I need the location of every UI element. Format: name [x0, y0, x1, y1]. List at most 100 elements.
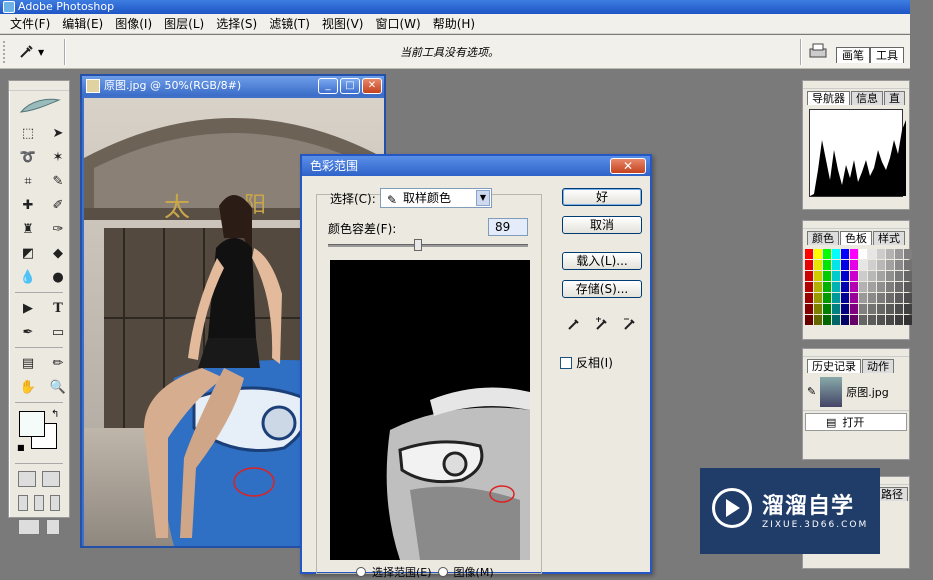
swatch[interactable]	[841, 260, 849, 270]
rectangle-tool-icon[interactable]: ▭	[47, 322, 69, 342]
tab-tool-presets[interactable]: 工具	[870, 47, 904, 63]
swatch[interactable]	[832, 315, 840, 325]
menu-filter[interactable]: 滤镜(T)	[263, 15, 316, 32]
jump-to-imageready-icon[interactable]	[18, 519, 40, 535]
dialog-close-button[interactable]: ✕	[610, 158, 646, 174]
swap-colors-icon[interactable]: ↰	[51, 409, 59, 420]
swatch[interactable]	[895, 260, 903, 270]
swatch[interactable]	[868, 293, 876, 303]
swatch[interactable]	[832, 304, 840, 314]
swatch[interactable]	[868, 260, 876, 270]
swatch[interactable]	[841, 304, 849, 314]
slice-tool-icon[interactable]: ✎	[47, 171, 69, 191]
feather-logo-icon[interactable]	[13, 93, 65, 119]
standard-mode-icon[interactable]	[18, 471, 36, 487]
swatch[interactable]	[823, 293, 831, 303]
tab-color[interactable]: 颜色	[807, 231, 839, 245]
swatch[interactable]	[868, 249, 876, 259]
swatch[interactable]	[859, 304, 867, 314]
swatch[interactable]	[877, 249, 885, 259]
toolbox-grip[interactable]	[9, 81, 69, 91]
fuzziness-slider[interactable]	[328, 239, 528, 251]
menu-help[interactable]: 帮助(H)	[427, 15, 481, 32]
load-button[interactable]: 载入(L)...	[562, 252, 642, 270]
swatch[interactable]	[814, 282, 822, 292]
swatch[interactable]	[904, 260, 912, 270]
marquee-tool-icon[interactable]: ⬚	[17, 123, 39, 143]
eraser-tool-icon[interactable]: ◩	[17, 243, 39, 263]
select-dropdown[interactable]: ✎ 取样颜色 ▼	[380, 188, 492, 208]
tab-styles[interactable]: 样式	[873, 231, 905, 245]
swatch[interactable]	[859, 282, 867, 292]
hand-tool-icon[interactable]: ✋	[17, 377, 39, 397]
move-tool-icon[interactable]: ➤	[47, 123, 69, 143]
swatch[interactable]	[805, 249, 813, 259]
swatch[interactable]	[823, 304, 831, 314]
swatch[interactable]	[904, 282, 912, 292]
swatch[interactable]	[886, 282, 894, 292]
swatch[interactable]	[877, 282, 885, 292]
eyedropper-tool-icon[interactable]: ✏	[47, 353, 69, 373]
swatch[interactable]	[859, 260, 867, 270]
notes-tool-icon[interactable]: ▤	[17, 353, 39, 373]
magic-wand-tool-icon[interactable]: ✶	[47, 147, 69, 167]
swatch[interactable]	[859, 293, 867, 303]
minimize-button[interactable]: _	[318, 78, 338, 94]
crop-tool-icon[interactable]: ⌗	[17, 171, 39, 191]
checkmark-icon[interactable]	[45, 519, 60, 535]
swatch[interactable]	[904, 249, 912, 259]
swatch[interactable]	[814, 249, 822, 259]
swatch[interactable]	[841, 249, 849, 259]
swatch[interactable]	[886, 271, 894, 281]
swatch[interactable]	[895, 304, 903, 314]
swatch[interactable]	[868, 271, 876, 281]
healing-brush-tool-icon[interactable]: ✚	[17, 195, 39, 215]
foreground-color[interactable]	[19, 411, 45, 437]
history-snapshot[interactable]: ✎ 原图.jpg	[803, 373, 909, 411]
cancel-button[interactable]: 取消	[562, 216, 642, 234]
document-title-bar[interactable]: 原图.jpg @ 50%(RGB/8#) _ □ ✕	[82, 76, 384, 96]
invert-checkbox-box[interactable]	[560, 356, 572, 369]
swatch[interactable]	[823, 260, 831, 270]
swatch[interactable]	[859, 249, 867, 259]
swatch[interactable]	[832, 271, 840, 281]
type-tool-icon[interactable]: T	[47, 298, 69, 318]
swatch[interactable]	[859, 271, 867, 281]
invert-checkbox[interactable]: 反相(I)	[560, 354, 613, 371]
brush-tool-icon[interactable]: ✐	[47, 195, 69, 215]
swatch[interactable]	[886, 260, 894, 270]
menu-image[interactable]: 图像(I)	[109, 15, 158, 32]
swatch[interactable]	[823, 249, 831, 259]
lasso-tool-icon[interactable]: ➰	[17, 147, 39, 167]
swatch[interactable]	[805, 271, 813, 281]
swatch[interactable]	[814, 293, 822, 303]
swatch[interactable]	[805, 315, 813, 325]
swatch[interactable]	[832, 293, 840, 303]
fuzziness-input[interactable]: 89	[488, 218, 528, 236]
tab-swatches[interactable]: 色板	[840, 231, 872, 245]
tool-preset-picker[interactable]: ▼	[18, 43, 58, 61]
swatch[interactable]	[814, 315, 822, 325]
swatch[interactable]	[877, 271, 885, 281]
tab-navigator[interactable]: 导航器	[807, 91, 850, 105]
selection-preview[interactable]	[330, 260, 530, 560]
swatch[interactable]	[886, 293, 894, 303]
clone-stamp-tool-icon[interactable]: ♜	[17, 219, 39, 239]
swatch[interactable]	[859, 315, 867, 325]
swatch[interactable]	[850, 293, 858, 303]
save-button[interactable]: 存储(S)...	[562, 280, 642, 298]
swatch[interactable]	[868, 304, 876, 314]
swatch[interactable]	[895, 282, 903, 292]
tab-paths[interactable]: 路径	[876, 487, 908, 501]
menu-file[interactable]: 文件(F)	[4, 15, 56, 32]
menu-view[interactable]: 视图(V)	[316, 15, 370, 32]
menu-select[interactable]: 选择(S)	[210, 15, 263, 32]
swatch[interactable]	[904, 315, 912, 325]
blur-tool-icon[interactable]: 💧	[17, 267, 39, 287]
swatch[interactable]	[886, 315, 894, 325]
file-browser-icon[interactable]	[808, 43, 828, 59]
swatch[interactable]	[814, 260, 822, 270]
swatch[interactable]	[904, 293, 912, 303]
screen-mode-full-icon[interactable]	[50, 495, 60, 511]
swatch[interactable]	[877, 315, 885, 325]
